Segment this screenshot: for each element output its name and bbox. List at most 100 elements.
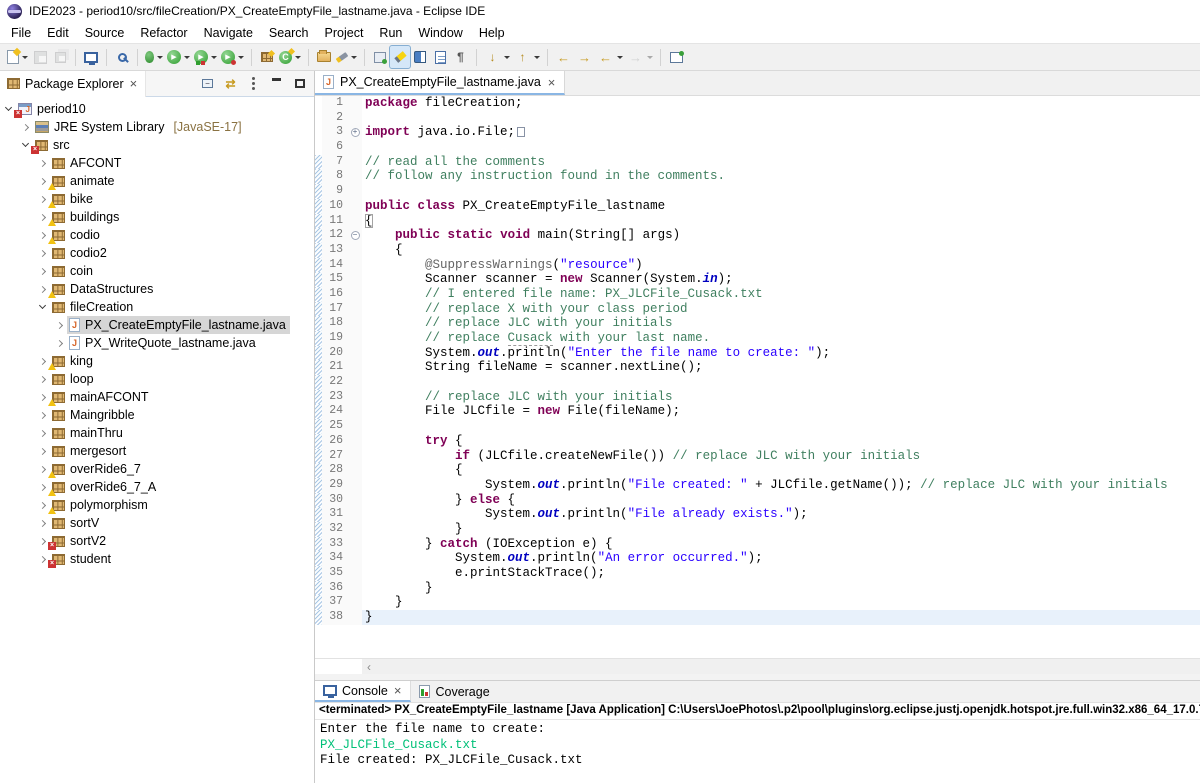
tree-item-jre-system-library[interactable]: JRE System Library[JavaSE-17] [0, 118, 314, 136]
dropdown-caret-icon[interactable] [647, 56, 653, 59]
tree-item-animate[interactable]: animate [0, 172, 314, 190]
tree-item-sortv[interactable]: sortV [0, 514, 314, 532]
tree-item-buildings[interactable]: buildings [0, 208, 314, 226]
menu-navigate[interactable]: Navigate [196, 24, 261, 42]
chevron-right-icon[interactable] [39, 519, 46, 526]
save-button[interactable] [30, 46, 50, 68]
chevron-right-icon[interactable] [22, 123, 29, 130]
previous-annotation-button[interactable]: ↑ [512, 46, 542, 68]
link-with-editor-button[interactable]: ⇄ [220, 74, 241, 94]
tree-item-src[interactable]: ×src [0, 136, 314, 154]
new-java-package-button[interactable] [257, 46, 277, 68]
back-button[interactable]: ← [595, 46, 625, 68]
fold-collapse-icon[interactable]: − [351, 231, 360, 240]
show-annotations-button[interactable] [410, 46, 430, 68]
chevron-right-icon[interactable] [39, 231, 46, 238]
menu-file[interactable]: File [3, 24, 39, 42]
profile-button[interactable]: ▶ [219, 46, 246, 68]
chevron-right-icon[interactable] [39, 177, 46, 184]
chevron-right-icon[interactable] [39, 213, 46, 220]
open-console-button[interactable] [81, 46, 101, 68]
dropdown-caret-icon[interactable] [534, 56, 540, 59]
tab-package-explorer[interactable]: Package Explorer × [0, 71, 146, 97]
chevron-right-icon[interactable] [39, 411, 46, 418]
forward-button[interactable]: → [625, 46, 655, 68]
scroll-left-icon[interactable]: ‹ [362, 660, 376, 674]
tree-item-filecreation[interactable]: fileCreation [0, 298, 314, 316]
tree-item-period10[interactable]: J×period10 [0, 100, 314, 118]
dropdown-caret-icon[interactable] [157, 56, 163, 59]
chevron-right-icon[interactable] [39, 249, 46, 256]
chevron-right-icon[interactable] [39, 285, 46, 292]
run-coverage-button[interactable]: ▶ [192, 46, 219, 68]
next-annotation-button[interactable]: ↓ [482, 46, 512, 68]
tree-item-override6-7-a[interactable]: overRide6_7_A [0, 478, 314, 496]
menu-edit[interactable]: Edit [39, 24, 77, 42]
chevron-right-icon[interactable] [39, 537, 46, 544]
tree-item-mergesort[interactable]: mergesort [0, 442, 314, 460]
chevron-down-icon[interactable] [39, 302, 46, 309]
menu-run[interactable]: Run [371, 24, 410, 42]
tree-item-mainafcont[interactable]: mainAFCONT [0, 388, 314, 406]
chevron-right-icon[interactable] [39, 267, 46, 274]
new-java-class-button[interactable]: C [277, 46, 303, 68]
console-output[interactable]: Enter the file name to create: PX_JLCFil… [315, 720, 1200, 783]
tree-item-afcont[interactable]: AFCONT [0, 154, 314, 172]
chevron-down-icon[interactable] [5, 104, 12, 111]
dropdown-caret-icon[interactable] [295, 56, 301, 59]
dropdown-caret-icon[interactable] [211, 56, 217, 59]
tree-item-px-createemptyfile-lastname-java[interactable]: JPX_CreateEmptyFile_lastname.java [0, 316, 314, 334]
last-edit-location-button[interactable]: ← [553, 46, 574, 68]
tree-item-px-writequote-lastname-java[interactable]: JPX_WriteQuote_lastname.java [0, 334, 314, 352]
chevron-right-icon[interactable] [39, 501, 46, 508]
search-button[interactable] [334, 46, 359, 68]
folded-region-icon[interactable] [517, 127, 525, 137]
chevron-right-icon[interactable] [39, 483, 46, 490]
show-selected-element-button[interactable] [430, 46, 450, 68]
menu-project[interactable]: Project [317, 24, 372, 42]
chevron-right-icon[interactable] [39, 465, 46, 472]
tree-item-codio[interactable]: codio [0, 226, 314, 244]
menu-search[interactable]: Search [261, 24, 317, 42]
open-resource-button[interactable] [314, 46, 334, 68]
toggle-mark-occurrences-button[interactable] [390, 46, 410, 68]
tree-item-maingribble[interactable]: Maingribble [0, 406, 314, 424]
close-icon[interactable]: × [547, 75, 557, 90]
tree-item-bike[interactable]: bike [0, 190, 314, 208]
dropdown-caret-icon[interactable] [617, 56, 623, 59]
close-icon[interactable]: × [393, 683, 403, 698]
chevron-right-icon[interactable] [39, 357, 46, 364]
maximize-button[interactable] [289, 74, 310, 94]
tree-item-king[interactable]: king [0, 352, 314, 370]
chevron-right-icon[interactable] [39, 429, 46, 436]
chevron-down-icon[interactable] [22, 140, 29, 147]
new-wizard-button[interactable] [5, 46, 30, 68]
code-editor[interactable]: 1package fileCreation;23+import java.io.… [315, 96, 1200, 658]
editor-horizontal-scrollbar[interactable]: ‹ [315, 658, 1200, 674]
tree-item-loop[interactable]: loop [0, 370, 314, 388]
dropdown-caret-icon[interactable] [351, 56, 357, 59]
close-icon[interactable]: × [129, 76, 139, 91]
fold-expand-icon[interactable]: + [351, 128, 360, 137]
chevron-right-icon[interactable] [39, 393, 46, 400]
chevron-right-icon[interactable] [39, 195, 46, 202]
tab-coverage[interactable]: Coverage [411, 681, 497, 702]
run-button[interactable]: ▶ [165, 46, 192, 68]
tree-item-override6-7[interactable]: overRide6_7 [0, 460, 314, 478]
save-all-button[interactable] [50, 46, 70, 68]
view-menu-button[interactable] [243, 74, 264, 94]
dropdown-caret-icon[interactable] [504, 56, 510, 59]
tree-item-mainthru[interactable]: mainThru [0, 424, 314, 442]
dropdown-caret-icon[interactable] [22, 56, 28, 59]
chevron-right-icon[interactable] [56, 339, 63, 346]
chevron-right-icon[interactable] [39, 159, 46, 166]
tree-item-sortv2[interactable]: ×sortV2 [0, 532, 314, 550]
tree-item-codio2[interactable]: codio2 [0, 244, 314, 262]
tree-item-datastructures[interactable]: DataStructures [0, 280, 314, 298]
tree-item-coin[interactable]: coin [0, 262, 314, 280]
show-whitespace-button[interactable]: ¶ [450, 46, 471, 68]
menu-help[interactable]: Help [471, 24, 513, 42]
tree-item-student[interactable]: ×student [0, 550, 314, 568]
chevron-right-icon[interactable] [39, 447, 46, 454]
pin-editor-button[interactable] [666, 46, 686, 68]
